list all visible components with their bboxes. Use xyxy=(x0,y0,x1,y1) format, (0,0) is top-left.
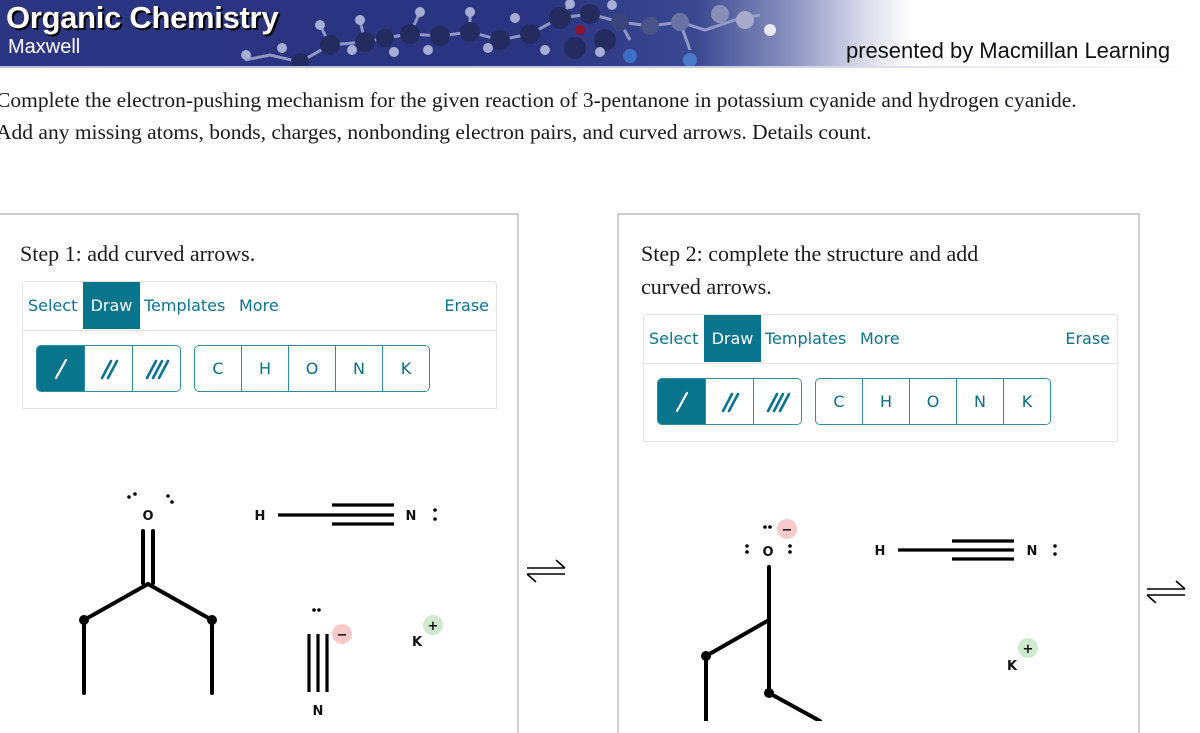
atom-k-button[interactable]: K xyxy=(383,346,429,391)
atom-o-button[interactable]: O xyxy=(289,346,336,391)
triple-bond-button[interactable] xyxy=(754,379,801,424)
equilibrium-arrow-icon xyxy=(1146,580,1186,604)
toolbar-tabs: Select Draw Templates More Erase xyxy=(22,281,497,330)
double-bond-button[interactable] xyxy=(706,379,754,424)
tab-more[interactable]: More xyxy=(855,315,905,362)
single-bond-icon xyxy=(54,358,67,379)
atom-n-button[interactable]: N xyxy=(336,346,383,391)
single-bond-button[interactable] xyxy=(37,346,85,391)
header-banner: Organic Chemistry Maxwell presented by M… xyxy=(0,0,1200,68)
triple-bond-icon xyxy=(145,359,169,379)
erase-button[interactable]: Erase xyxy=(439,282,494,329)
draw-tools: C H O N K xyxy=(643,363,1118,442)
atom-tool-group: C H O N K xyxy=(194,345,430,392)
atom-c-button[interactable]: C xyxy=(816,379,863,424)
step-1-toolbar: Select Draw Templates More Erase C H O N… xyxy=(22,281,497,409)
triple-bond-button[interactable] xyxy=(133,346,180,391)
question-instructions: Complete the electron-pushing mechanism … xyxy=(0,84,1200,148)
tab-templates[interactable]: Templates xyxy=(760,315,851,362)
tab-select[interactable]: Select xyxy=(644,315,703,362)
double-bond-icon xyxy=(721,392,739,412)
step-1-panel: Step 1: add curved arrows. Select Draw T… xyxy=(0,213,519,733)
tab-draw[interactable]: Draw xyxy=(83,282,140,329)
step-2-toolbar: Select Draw Templates More Erase C H O N… xyxy=(643,314,1118,442)
step-2-panel: Step 2: complete the structure and add c… xyxy=(617,213,1140,733)
draw-tools: C H O N K xyxy=(22,330,497,409)
atom-k-button[interactable]: K xyxy=(1004,379,1050,424)
bond-tool-group xyxy=(657,378,802,425)
atom-c-button[interactable]: C xyxy=(195,346,242,391)
triple-bond-icon xyxy=(766,392,790,412)
course-title: Organic Chemistry xyxy=(6,0,279,35)
atom-n-button[interactable]: N xyxy=(957,379,1004,424)
step-2-title: Step 2: complete the structure and add c… xyxy=(641,241,979,299)
atom-h-button[interactable]: H xyxy=(242,346,289,391)
single-bond-icon xyxy=(675,391,688,412)
tab-draw[interactable]: Draw xyxy=(704,315,761,362)
single-bond-button[interactable] xyxy=(658,379,706,424)
course-author: Maxwell xyxy=(8,36,81,58)
atom-tool-group: C H O N K xyxy=(815,378,1051,425)
tab-templates[interactable]: Templates xyxy=(139,282,230,329)
publisher-credit: presented by Macmillan Learning xyxy=(846,38,1171,63)
toolbar-tabs: Select Draw Templates More Erase xyxy=(643,314,1118,363)
tab-more[interactable]: More xyxy=(234,282,284,329)
bond-tool-group xyxy=(36,345,181,392)
erase-button[interactable]: Erase xyxy=(1060,315,1115,362)
tab-select[interactable]: Select xyxy=(23,282,82,329)
banner-divider xyxy=(0,66,1200,68)
step-1-title: Step 1: add curved arrows. xyxy=(20,241,256,266)
atom-o-button[interactable]: O xyxy=(910,379,957,424)
double-bond-icon xyxy=(100,359,118,379)
double-bond-button[interactable] xyxy=(85,346,133,391)
equilibrium-arrow-icon xyxy=(526,559,566,583)
instruction-line-1: Complete the electron-pushing mechanism … xyxy=(0,88,1077,112)
instruction-line-2: Add any missing atoms, bonds, charges, n… xyxy=(0,120,872,144)
atom-h-button[interactable]: H xyxy=(863,379,910,424)
